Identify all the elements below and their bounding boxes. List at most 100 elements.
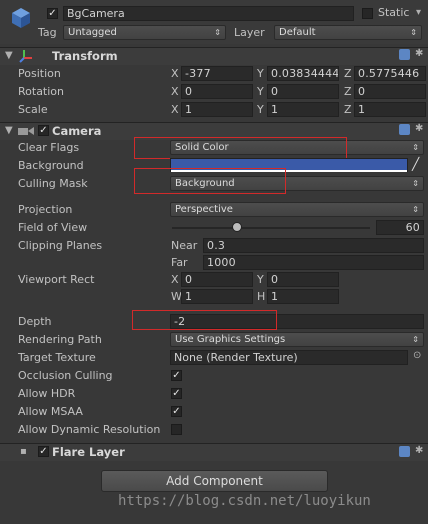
highlight-box-culling-mask — [134, 168, 286, 194]
scale-x-field[interactable]: 1 — [181, 102, 253, 117]
projection-label: Projection — [18, 203, 73, 216]
near-label: Near — [171, 239, 198, 252]
occlusion-culling-label: Occlusion Culling — [18, 369, 113, 382]
static-checkbox[interactable] — [362, 8, 373, 19]
help-icon[interactable] — [399, 49, 410, 60]
position-x-field[interactable]: -377 — [181, 66, 253, 81]
fov-value-field[interactable]: 60 — [376, 220, 424, 235]
background-label: Background — [18, 159, 84, 172]
add-component-button[interactable]: Add Component — [101, 470, 328, 492]
flare-layer-enabled-checkbox[interactable]: ✓ — [38, 446, 49, 457]
axis-z-label: Z — [344, 67, 352, 80]
target-texture-field[interactable]: None (Render Texture) — [170, 350, 408, 365]
foldout-arrow-icon[interactable]: ▼ — [5, 125, 13, 136]
transform-title: Transform — [52, 49, 118, 63]
flare-layer-title: Flare Layer — [52, 445, 125, 459]
tag-value: Untagged — [68, 27, 117, 38]
static-dropdown-icon[interactable]: ▾ — [416, 7, 421, 18]
watermark-text: https://blog.csdn.net/luoyikun — [118, 493, 371, 509]
camera-enabled-checkbox[interactable]: ✓ — [38, 125, 49, 136]
chevron-down-icon: ⇕ — [412, 205, 419, 214]
rotation-y-field[interactable]: 0 — [267, 84, 339, 99]
viewport-rect-label: Viewport Rect — [18, 273, 95, 286]
allow-hdr-checkbox[interactable]: ✓ — [171, 388, 182, 399]
fov-slider-thumb[interactable] — [232, 222, 242, 232]
eyedropper-icon[interactable]: ╱ — [412, 157, 419, 171]
gameobject-name-field[interactable]: BgCamera — [63, 6, 354, 21]
settings-gear-icon[interactable]: ✱ — [415, 445, 423, 456]
gameobject-cube-icon — [12, 8, 30, 28]
viewport-h-field[interactable]: 1 — [267, 289, 339, 304]
axis-y-label: Y — [257, 67, 264, 80]
depth-label: Depth — [18, 315, 52, 328]
chevron-down-icon: ⇕ — [412, 143, 419, 152]
flare-layer-icon: ▪ — [20, 446, 27, 457]
projection-dropdown[interactable]: Perspective ⇕ — [170, 202, 424, 217]
culling-mask-label: Culling Mask — [18, 177, 88, 190]
highlight-box-clear-flags — [134, 137, 347, 159]
chevron-down-icon: ⇕ — [412, 179, 419, 188]
clear-flags-label: Clear Flags — [18, 141, 80, 154]
axis-x-label: X — [171, 273, 179, 286]
position-label: Position — [18, 67, 61, 80]
camera-title: Camera — [52, 124, 102, 138]
axis-y-label: Y — [257, 85, 264, 98]
axis-x-label: X — [171, 103, 179, 116]
chevron-down-icon: ⇕ — [214, 28, 221, 37]
object-picker-icon[interactable]: ⊙ — [413, 350, 421, 361]
help-icon[interactable] — [399, 446, 410, 457]
scale-z-field[interactable]: 1 — [354, 102, 426, 117]
fov-slider-track[interactable] — [172, 227, 370, 229]
axis-x-label: X — [171, 67, 179, 80]
allow-dynamic-resolution-checkbox[interactable] — [171, 424, 182, 435]
viewport-y-field[interactable]: 0 — [267, 272, 339, 287]
scale-label: Scale — [18, 103, 48, 116]
rotation-x-field[interactable]: 0 — [181, 84, 253, 99]
help-icon[interactable] — [399, 124, 410, 135]
gameobject-header: ✓ BgCamera Static ▾ Tag Untagged ⇕ Layer … — [0, 0, 428, 44]
layer-value: Default — [279, 27, 316, 38]
axis-h-label: H — [257, 290, 266, 303]
tag-label: Tag — [38, 26, 57, 39]
viewport-x-field[interactable]: 0 — [181, 272, 253, 287]
position-z-field[interactable]: 0.5775446 — [354, 66, 426, 81]
axis-z-label: Z — [344, 103, 352, 116]
scale-y-field[interactable]: 1 — [267, 102, 339, 117]
axis-x-label: X — [171, 85, 179, 98]
axis-y-label: Y — [257, 103, 264, 116]
clipping-planes-label: Clipping Planes — [18, 239, 103, 252]
foldout-arrow-icon[interactable]: ▼ — [5, 50, 13, 61]
rotation-label: Rotation — [18, 85, 65, 98]
settings-gear-icon[interactable]: ✱ — [415, 123, 423, 134]
viewport-w-field[interactable]: 1 — [181, 289, 253, 304]
highlight-box-depth — [132, 310, 277, 330]
allow-msaa-checkbox[interactable]: ✓ — [171, 406, 182, 417]
fov-label: Field of View — [18, 221, 88, 234]
allow-hdr-label: Allow HDR — [18, 387, 76, 400]
projection-value: Perspective — [175, 204, 233, 215]
far-field[interactable]: 1000 — [203, 255, 424, 270]
chevron-down-icon: ⇕ — [412, 335, 419, 344]
settings-gear-icon[interactable]: ✱ — [415, 48, 423, 59]
rendering-path-label: Rendering Path — [18, 333, 102, 346]
rendering-path-value: Use Graphics Settings — [175, 334, 286, 345]
target-texture-label: Target Texture — [18, 351, 96, 364]
tag-dropdown[interactable]: Untagged ⇕ — [63, 25, 226, 40]
position-y-field[interactable]: 0.03834444 — [267, 66, 339, 81]
active-checkbox[interactable]: ✓ — [47, 8, 58, 19]
occlusion-culling-checkbox[interactable]: ✓ — [171, 370, 182, 381]
add-component-label: Add Component — [166, 474, 263, 488]
transform-icon — [19, 50, 32, 63]
axis-z-label: Z — [344, 85, 352, 98]
chevron-down-icon: ⇕ — [410, 28, 417, 37]
rotation-z-field[interactable]: 0 — [354, 84, 426, 99]
layer-label: Layer — [234, 26, 265, 39]
camera-icon — [18, 127, 34, 135]
allow-msaa-label: Allow MSAA — [18, 405, 83, 418]
rendering-path-dropdown[interactable]: Use Graphics Settings ⇕ — [170, 332, 424, 347]
layer-dropdown[interactable]: Default ⇕ — [274, 25, 422, 40]
static-label: Static — [378, 6, 410, 19]
near-field[interactable]: 0.3 — [203, 238, 424, 253]
far-label: Far — [171, 256, 188, 269]
allow-dynamic-resolution-label: Allow Dynamic Resolution — [18, 423, 161, 436]
